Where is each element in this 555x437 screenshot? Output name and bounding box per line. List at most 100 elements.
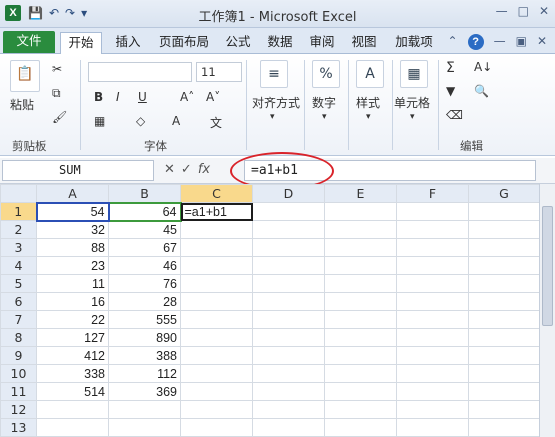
cell[interactable] [252,346,325,365]
cell-b4[interactable]: 46 [108,256,181,275]
cell-a10[interactable]: 338 [36,364,109,383]
row-header[interactable]: 10 [0,364,37,383]
cell[interactable] [396,346,469,365]
cell-b7[interactable]: 555 [108,310,181,329]
chevron-down-icon[interactable]: ▾ [410,112,415,122]
cell[interactable] [324,346,397,365]
cell-a2[interactable]: 32 [36,220,109,239]
cell-a6[interactable]: 16 [36,292,109,311]
cell[interactable] [468,364,540,383]
row-header[interactable]: 11 [0,382,37,401]
cell-a1[interactable]: 54 [35,201,110,222]
cell-a3[interactable]: 88 [36,238,109,257]
close-button[interactable]: ✕ [539,4,549,18]
cell[interactable] [396,238,469,257]
cell[interactable] [252,400,325,419]
cell[interactable] [324,328,397,347]
vertical-scrollbar[interactable] [539,184,555,437]
cell[interactable] [180,292,253,311]
cells-icon[interactable]: ▦ [400,60,428,88]
cell[interactable] [324,400,397,419]
tab-review[interactable]: 审阅 [304,32,340,54]
cell[interactable] [468,346,540,365]
tab-formulas[interactable]: 公式 [220,32,256,54]
cell-b3[interactable]: 67 [108,238,181,257]
enter-icon[interactable]: ✓ [181,162,192,177]
cell[interactable] [396,292,469,311]
cell[interactable] [396,202,469,221]
chevron-down-icon[interactable]: ▾ [270,112,275,122]
cell[interactable] [252,418,325,437]
find-select-icon[interactable]: 🔍 [474,84,489,98]
cell[interactable] [180,328,253,347]
italic-button[interactable]: I [116,90,120,104]
cell[interactable] [252,328,325,347]
cell[interactable] [324,364,397,383]
cell[interactable] [180,238,253,257]
cell[interactable] [324,256,397,275]
cell[interactable] [468,202,540,221]
underline-button[interactable]: U [138,90,147,104]
cell[interactable] [396,364,469,383]
cell[interactable] [324,274,397,293]
row-header[interactable]: 13 [0,418,37,437]
cell[interactable] [396,256,469,275]
cell[interactable] [468,256,540,275]
insert-function-button[interactable]: fx [198,162,210,177]
tab-file[interactable]: 文件 [3,31,55,53]
cell[interactable] [252,238,325,257]
cell[interactable] [252,382,325,401]
alignment-icon[interactable]: ≡ [260,60,288,88]
cell[interactable] [252,202,325,221]
font-color-icon[interactable]: A [172,114,180,128]
collapse-ribbon-icon[interactable]: ⌃ [448,34,458,50]
cell-b11[interactable]: 369 [108,382,181,401]
row-header[interactable]: 5 [0,274,37,293]
cell-b5[interactable]: 76 [108,274,181,293]
paste-icon[interactable]: 📋 [10,60,40,92]
cell[interactable] [180,346,253,365]
cell[interactable] [252,310,325,329]
cell[interactable] [468,292,540,311]
row-header[interactable]: 6 [0,292,37,311]
cell[interactable] [36,400,109,419]
cell[interactable] [324,238,397,257]
scrollbar-thumb[interactable] [542,206,553,326]
cell[interactable] [252,364,325,383]
cell[interactable] [468,310,540,329]
row-header[interactable]: 12 [0,400,37,419]
tab-data[interactable]: 数据 [262,32,298,54]
name-box[interactable]: SUM [2,160,154,181]
cancel-icon[interactable]: ✕ [164,162,175,177]
sort-filter-icon[interactable]: A↓ [474,60,492,74]
column-header-g[interactable]: G [468,184,540,203]
cell[interactable] [396,418,469,437]
row-header[interactable]: 2 [0,220,37,239]
cell-b10[interactable]: 112 [108,364,181,383]
cell[interactable] [36,418,109,437]
column-header-b[interactable]: B [108,184,181,203]
percent-icon[interactable]: % [312,60,340,88]
tab-page-layout[interactable]: 页面布局 [152,32,216,54]
cell-a8[interactable]: 127 [36,328,109,347]
cell-a11[interactable]: 514 [36,382,109,401]
cell-b6[interactable]: 28 [108,292,181,311]
border-icon[interactable]: ▦ [94,114,105,128]
alignment-button[interactable]: 对齐方式 [252,94,300,111]
chevron-down-icon[interactable]: ▾ [366,112,371,122]
cell[interactable] [324,418,397,437]
styles-icon[interactable]: A [356,60,384,88]
cell-b9[interactable]: 388 [108,346,181,365]
cut-icon[interactable]: ✂ [52,62,62,76]
grow-font-icon[interactable]: A˄ [180,90,194,104]
format-painter-icon[interactable]: 🖌 [52,110,67,124]
cell[interactable] [108,418,181,437]
cell[interactable] [468,238,540,257]
column-header-e[interactable]: E [324,184,397,203]
cell[interactable] [396,220,469,239]
cell[interactable] [468,274,540,293]
cell[interactable] [252,292,325,311]
column-header-f[interactable]: F [396,184,469,203]
row-header[interactable]: 3 [0,238,37,257]
column-header-a[interactable]: A [36,184,109,203]
